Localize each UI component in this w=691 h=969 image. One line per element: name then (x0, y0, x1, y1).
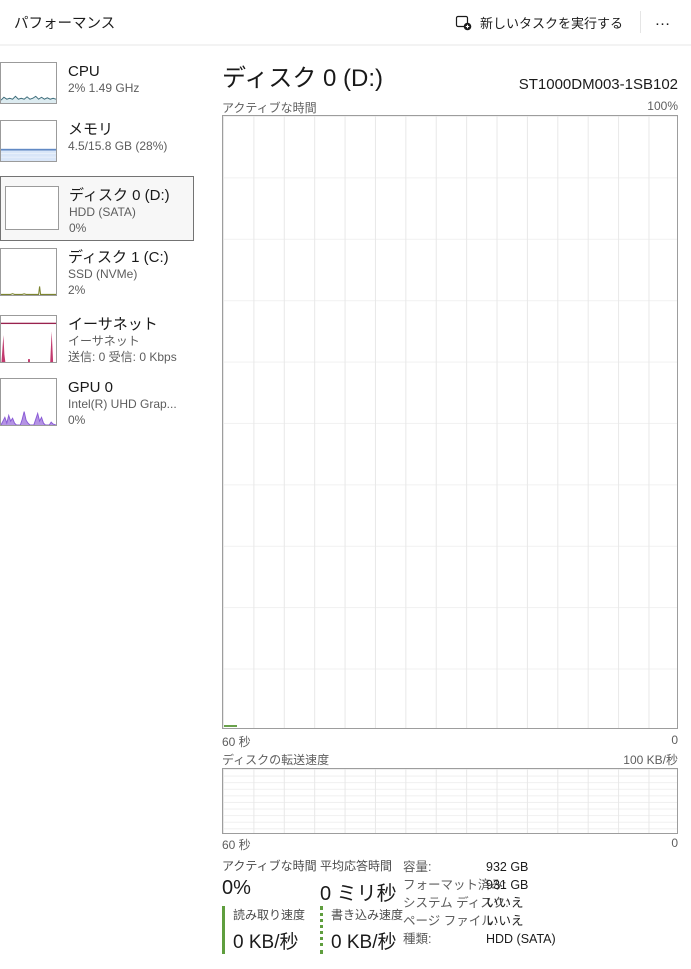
transfer-x-axis: 60 秒 0 (222, 836, 678, 853)
active-time-zero-line (224, 725, 237, 727)
sidebar-item-label: CPU (68, 63, 100, 80)
ethernet-sparkline-icon (0, 315, 57, 363)
active-time-x-axis: 60 秒 0 (222, 733, 678, 750)
ellipsis-icon: … (654, 12, 672, 29)
sidebar-item-stat: イーサネット (68, 334, 140, 348)
detail-row-capacity: 容量: 932 GB (403, 860, 529, 874)
sidebar-item-gpu0[interactable]: GPU 0 Intel(R) UHD Grap... 0% (0, 378, 177, 428)
gpu-sparkline-icon (0, 378, 57, 426)
avg-response-value: 0 ミリ秒 (320, 883, 397, 905)
detail-row-type: 種類: HDD (SATA) (403, 932, 556, 946)
transfer-scale-max: 100 KB/秒 (623, 753, 678, 767)
more-options-button[interactable]: … (647, 6, 679, 36)
transfer-rate-chart (222, 768, 678, 834)
write-speed-value: 0 KB/秒 (331, 932, 397, 953)
disk-model-name: ST1000DM003-1SB102 (518, 76, 678, 93)
sidebar-item-disk0[interactable]: ディスク 0 (D:) HDD (SATA) 0% (0, 176, 194, 241)
active-time-scale-max: 100% (647, 99, 678, 113)
x-axis-right-label: 0 (671, 733, 678, 747)
sidebar-item-stat: 2% 1.49 GHz (68, 81, 140, 95)
header: パフォーマンス 新しいタスクを実行する … (0, 0, 691, 46)
detail-row-formatted: フォーマット済み: 931 GB (403, 878, 529, 892)
sidebar-item-disk1[interactable]: ディスク 1 (C:) SSD (NVMe) 2% (0, 248, 169, 298)
sidebar-item-ethernet[interactable]: イーサネット イーサネット 送信: 0 受信: 0 Kbps (0, 315, 177, 365)
avg-response-stat: 平均応答時間 0 ミリ秒 (320, 859, 397, 905)
detail-row-page-file: ページ ファイル: いいえ (403, 914, 524, 928)
x-axis-right-label: 0 (671, 836, 678, 850)
sidebar-item-stat: HDD (SATA) (69, 205, 136, 219)
sidebar-item-label: ディスク 0 (D:) (69, 187, 170, 204)
transfer-chart-header: ディスクの転送速度 100 KB/秒 (222, 751, 678, 768)
run-new-task-button[interactable]: 新しいタスクを実行する (447, 8, 631, 36)
detail-row-system-disk: システム ディスク: いいえ (403, 896, 524, 910)
page-title: パフォーマンス (14, 16, 116, 32)
active-time-chart-header: アクティブな時間 100% (222, 99, 678, 116)
sidebar-item-label: イーサネット (68, 316, 158, 333)
x-axis-left-label: 60 秒 (222, 838, 251, 852)
sidebar-item-label: GPU 0 (68, 379, 114, 396)
disk0-sparkline-icon (5, 186, 59, 230)
active-time-chart-label: アクティブな時間 (222, 101, 317, 115)
active-time-stat: アクティブな時間 0% (222, 859, 317, 899)
sidebar-item-label: ディスク 1 (C:) (68, 249, 169, 266)
active-time-chart (222, 115, 678, 729)
header-divider (640, 11, 641, 33)
run-new-task-label: 新しいタスクを実行する (479, 15, 623, 31)
transfer-chart-label: ディスクの転送速度 (222, 753, 330, 767)
x-axis-left-label: 60 秒 (222, 735, 251, 749)
header-separator (0, 44, 691, 46)
memory-sparkline-icon (0, 120, 57, 162)
write-speed-stat: 書き込み速度 0 KB/秒 (320, 906, 403, 954)
active-time-value: 0% (222, 877, 251, 899)
new-task-icon (455, 14, 472, 31)
sidebar-item-cpu[interactable]: CPU 2% 1.49 GHz (0, 62, 139, 108)
sidebar-item-stat: 4.5/15.8 GB (28%) (68, 139, 168, 153)
sidebar-item-label: メモリ (68, 121, 114, 138)
sidebar-item-stat: Intel(R) UHD Grap... (68, 397, 177, 411)
cpu-sparkline-icon (0, 62, 57, 104)
sidebar-item-memory[interactable]: メモリ 4.5/15.8 GB (28%) (0, 120, 167, 166)
disk1-sparkline-icon (0, 248, 57, 296)
read-speed-value: 0 KB/秒 (233, 932, 299, 953)
sidebar-item-stat: SSD (NVMe) (68, 267, 138, 281)
disk-details-list: 容量: 932 GB フォーマット済み: 931 GB システム ディスク: い… (403, 858, 556, 948)
read-speed-stat: 読み取り速度 0 KB/秒 (222, 906, 305, 954)
